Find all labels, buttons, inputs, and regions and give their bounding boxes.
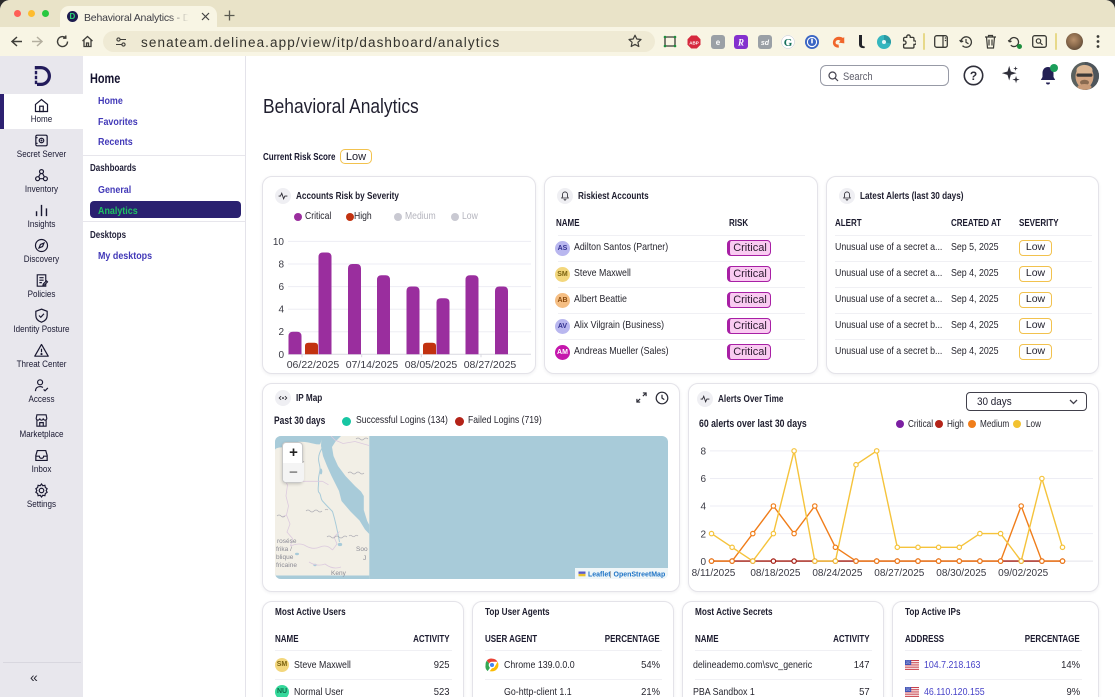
svg-text:08/27/2025: 08/27/2025 (464, 359, 517, 371)
svg-text:6: 6 (278, 282, 284, 293)
svg-text:08/30/2025: 08/30/2025 (936, 568, 986, 579)
svg-text:2: 2 (700, 529, 706, 540)
svg-text:08/18/2025: 08/18/2025 (750, 568, 800, 579)
svg-text:G: G (784, 37, 793, 49)
svg-text:ABP: ABP (689, 40, 699, 45)
svg-text:08/27/2025: 08/27/2025 (874, 568, 924, 579)
svg-text:09/02/2025: 09/02/2025 (998, 568, 1048, 579)
svg-text:rosése: rosése (277, 538, 297, 545)
svg-text:6: 6 (700, 474, 706, 485)
svg-text:Soo: Soo (356, 546, 368, 553)
svg-text:?: ? (970, 69, 977, 83)
svg-text:Keny: Keny (331, 570, 347, 577)
svg-text:8: 8 (700, 447, 706, 458)
svg-text:2: 2 (278, 327, 284, 338)
svg-text:fricaine: fricaine (276, 562, 297, 569)
svg-text:e: e (716, 38, 721, 47)
svg-text:frika /: frika / (276, 546, 292, 553)
svg-text:07/14/2025: 07/14/2025 (346, 359, 399, 371)
svg-text:06/22/2025: 06/22/2025 (287, 359, 340, 371)
svg-text:|: | (610, 572, 612, 579)
svg-text:10: 10 (273, 237, 285, 248)
svg-text:8: 8 (278, 260, 284, 271)
svg-text:J: J (363, 555, 366, 562)
svg-text:R: R (737, 38, 744, 48)
svg-text:Leaflet: Leaflet (588, 572, 611, 579)
svg-text:blique: blique (276, 554, 294, 561)
svg-text:sd: sd (761, 40, 770, 47)
svg-text:4: 4 (700, 502, 706, 513)
svg-text:8/11/2025: 8/11/2025 (692, 568, 736, 579)
svg-text:08/24/2025: 08/24/2025 (812, 568, 862, 579)
svg-text:08/05/2025: 08/05/2025 (405, 359, 458, 371)
svg-text:OpenStreetMap: OpenStreetMap (614, 572, 666, 579)
svg-text:0: 0 (700, 557, 706, 568)
svg-text:4: 4 (278, 305, 284, 316)
svg-text:0: 0 (278, 350, 284, 361)
